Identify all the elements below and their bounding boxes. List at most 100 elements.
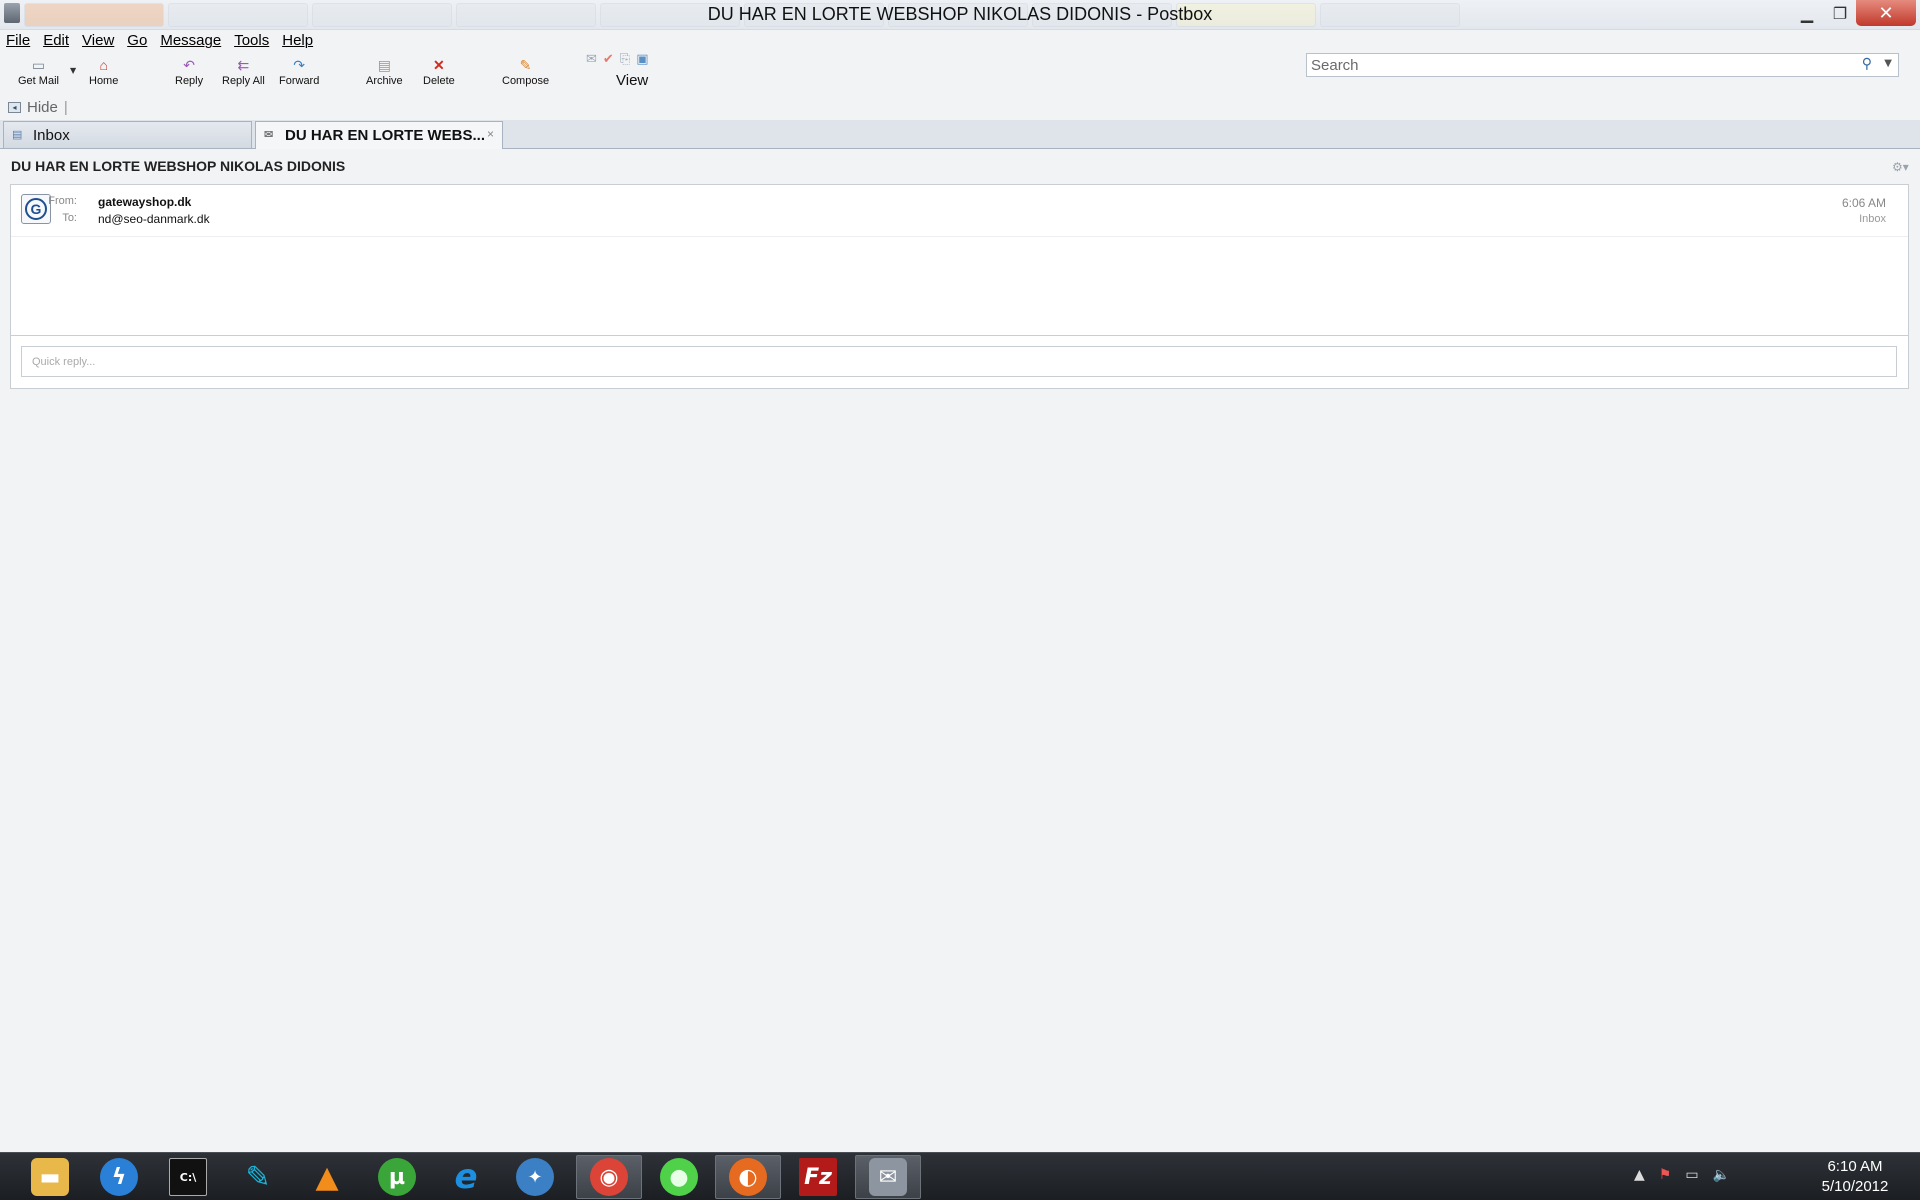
close-tab-icon[interactable]: × — [487, 127, 494, 141]
clock[interactable]: 6:10 AM 5/10/2012 — [1800, 1157, 1910, 1197]
clock-date: 5/10/2012 — [1821, 1178, 1889, 1195]
folder-icon: ▬ — [31, 1158, 69, 1196]
message-card: G From: gatewayshop.dk To: nd@seo-danmar… — [10, 184, 1909, 389]
taskbar-firefox[interactable]: ◐ — [715, 1155, 781, 1199]
taskbar-chrome[interactable]: ◉ — [576, 1155, 642, 1199]
archive-button[interactable]: ▤ Archive — [366, 56, 403, 88]
menu-file[interactable]: File — [0, 30, 37, 52]
search-input[interactable] — [1311, 56, 1851, 74]
search-icon[interactable]: ⚲ — [1862, 56, 1872, 72]
get-mail-label: Get Mail — [18, 75, 59, 87]
action-center-flag-icon[interactable]: ⚑ — [1659, 1167, 1672, 1183]
show-hidden-icons-icon[interactable]: ▲ — [1634, 1167, 1645, 1183]
attachment-icon[interactable]: ⎘ — [620, 52, 630, 67]
utorrent-icon: µ — [378, 1158, 416, 1196]
clock-time: 6:10 AM — [1827, 1158, 1883, 1175]
hide-folder-pane-toggle[interactable]: ◂ Hide | — [8, 98, 68, 116]
from-label: From: — [48, 195, 77, 207]
menu-edit[interactable]: Edit — [37, 30, 76, 52]
network-icon[interactable]: ▭ — [1685, 1167, 1698, 1183]
menu-bar: File Edit View Go Message Tools Help — [0, 30, 320, 52]
reply-icon: ↶ — [183, 56, 195, 73]
chrome-icon: ◉ — [590, 1158, 628, 1196]
taskbar-safari[interactable]: ✦ — [502, 1155, 568, 1199]
taskbar-vlc[interactable]: ▲ — [294, 1155, 360, 1199]
get-mail-button[interactable]: ▭ Get Mail — [18, 56, 59, 88]
taskbar-postbox[interactable]: ✉ — [855, 1155, 921, 1199]
menu-tools[interactable]: Tools — [228, 30, 276, 52]
compose-button[interactable]: ✎ Compose — [502, 56, 549, 88]
envelope-icon[interactable]: ✉ — [586, 52, 597, 67]
tab-inbox-label: Inbox — [33, 126, 70, 144]
postbox-icon: ✉ — [869, 1158, 907, 1196]
body-divider — [11, 335, 1908, 336]
taskbar-green-app[interactable]: ● — [646, 1155, 712, 1199]
tab-strip: ▤ Inbox ✉ DU HAR EN LORTE WEBS... × — [0, 120, 1920, 149]
reply-button[interactable]: ↶ Reply — [175, 56, 204, 88]
home-button[interactable]: ⌂ Home — [89, 56, 118, 87]
view-label[interactable]: View — [616, 72, 648, 89]
tab-message[interactable]: ✉ DU HAR EN LORTE WEBS... × — [255, 121, 503, 149]
quick-reply-input[interactable] — [22, 347, 1896, 376]
delete-button[interactable]: ✕ Delete — [423, 56, 455, 88]
minimize-button[interactable]: ▁ — [1793, 0, 1821, 26]
search-box: ⚲ ▼ — [1306, 53, 1899, 77]
internet-explorer-icon: e — [454, 1157, 478, 1197]
menu-go[interactable]: Go — [121, 30, 154, 52]
mailbox-icon: ▭ — [31, 56, 46, 73]
taskbar-file-explorer[interactable]: ▬ — [17, 1155, 83, 1199]
taskbar-internet-explorer[interactable]: e — [433, 1155, 499, 1199]
reply-label: Reply — [175, 75, 204, 87]
delete-icon: ✕ — [433, 56, 445, 73]
reply-all-button[interactable]: ⇇ Reply All — [222, 56, 265, 88]
forward-button[interactable]: ↷ Forward — [279, 56, 320, 88]
gear-icon[interactable]: ⚙▾ — [1892, 160, 1909, 174]
taskbar: ▬ ϟ C:\ ✎ ▲ µ e ✦ ◉ ● ◐ Fz ✉ ▲ ⚑ ▭ 🔈 6:1… — [0, 1152, 1920, 1200]
home-icon: ⌂ — [99, 57, 108, 73]
forward-icon: ↷ — [293, 56, 306, 73]
feather-icon: ✎ — [245, 1159, 271, 1195]
volume-icon[interactable]: 🔈 — [1713, 1167, 1730, 1183]
system-tray: ▲ ⚑ ▭ 🔈 — [1634, 1167, 1730, 1183]
taskbar-thunderbolt[interactable]: ϟ — [86, 1155, 152, 1199]
forward-label: Forward — [279, 75, 320, 87]
taskbar-filezilla[interactable]: Fz — [785, 1155, 851, 1199]
checkmark-icon[interactable]: ✔ — [603, 52, 614, 67]
to-address[interactable]: nd@seo-danmark.dk — [98, 212, 210, 226]
compose-icon: ✎ — [519, 56, 532, 73]
message-folder[interactable]: Inbox — [1859, 213, 1886, 225]
tab-message-label: DU HAR EN LORTE WEBS... — [285, 127, 486, 144]
green-orb-icon: ● — [660, 1158, 698, 1196]
maximize-button[interactable]: ❐ — [1826, 0, 1854, 26]
title-bar: DU HAR EN LORTE WEBSHOP NIKOLAS DIDONIS … — [0, 0, 1920, 30]
archive-icon: ▤ — [377, 56, 391, 73]
reply-all-icon: ⇇ — [237, 56, 250, 73]
menu-view[interactable]: View — [76, 30, 121, 52]
taskbar-feather-app[interactable]: ✎ — [225, 1155, 291, 1199]
quick-reply-box — [21, 346, 1897, 377]
reply-all-label: Reply All — [222, 75, 265, 87]
envelope-icon: ✉ — [264, 129, 274, 141]
pane-toggle-icon: ◂ — [8, 101, 21, 113]
taskbar-command-prompt[interactable]: C:\ — [155, 1155, 221, 1199]
message-subject: DU HAR EN LORTE WEBSHOP NIKOLAS DIDONIS — [11, 158, 346, 174]
delete-label: Delete — [423, 75, 455, 87]
close-window-button[interactable]: ✕ — [1856, 0, 1916, 26]
inbox-icon: ▤ — [12, 128, 23, 141]
taskbar-utorrent[interactable]: µ — [364, 1155, 430, 1199]
get-mail-dropdown-icon[interactable]: ▼ — [70, 66, 76, 75]
message-time: 6:06 AM — [1841, 196, 1886, 210]
filezilla-icon: Fz — [799, 1158, 837, 1196]
menu-message[interactable]: Message — [154, 30, 228, 52]
compass-icon: ✦ — [516, 1158, 554, 1196]
home-label: Home — [89, 75, 119, 87]
header-divider — [11, 236, 1908, 237]
terminal-icon: C:\ — [169, 1158, 207, 1196]
search-dropdown-icon[interactable]: ▼ — [1884, 58, 1892, 69]
view-options: ✉ ✔ ⎘ ▣ — [586, 52, 649, 67]
image-icon[interactable]: ▣ — [636, 52, 648, 67]
tab-inbox[interactable]: ▤ Inbox — [3, 121, 252, 148]
vlc-cone-icon: ▲ — [315, 1159, 339, 1195]
menu-help[interactable]: Help — [276, 30, 320, 52]
from-address[interactable]: gatewayshop.dk — [98, 195, 191, 209]
